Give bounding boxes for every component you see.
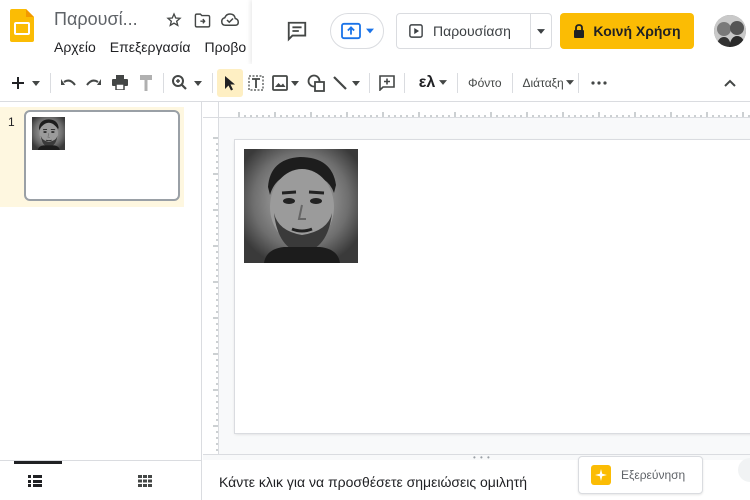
toolbar-divider bbox=[212, 72, 213, 93]
filmstrip-slide[interactable]: 1 bbox=[0, 107, 184, 207]
share-label: Κοινή Χρήση bbox=[593, 23, 681, 39]
menu-file[interactable]: Αρχείο bbox=[54, 38, 96, 56]
background-label: Φόντο bbox=[468, 75, 502, 90]
comments-icon[interactable] bbox=[286, 20, 308, 42]
more-button[interactable] bbox=[583, 69, 615, 97]
ruler-corner bbox=[203, 102, 219, 118]
layout-label: Διάταξη bbox=[522, 75, 564, 90]
toolbar-divider bbox=[511, 72, 513, 93]
filmstrip: 1 bbox=[0, 102, 202, 460]
toolbar-divider bbox=[163, 72, 164, 93]
zoom-button[interactable] bbox=[168, 69, 208, 97]
new-slide-button[interactable] bbox=[8, 69, 46, 97]
filmstrip-view-icon[interactable] bbox=[28, 475, 42, 487]
present-dropdown[interactable] bbox=[531, 14, 551, 48]
shape-button[interactable] bbox=[303, 69, 329, 97]
vertical-ruler[interactable] bbox=[203, 118, 219, 454]
star-icon[interactable] bbox=[164, 10, 184, 30]
avatar[interactable] bbox=[714, 15, 746, 47]
print-icon bbox=[112, 75, 128, 90]
toolbar-divider bbox=[457, 72, 458, 93]
select-icon bbox=[225, 75, 235, 90]
present-button[interactable]: Παρουσίαση bbox=[396, 13, 552, 49]
explore-label: Εξερεύνηση bbox=[621, 468, 686, 482]
cloud-status-icon[interactable] bbox=[220, 10, 240, 30]
menu-view[interactable]: Προβο bbox=[204, 38, 246, 56]
undo-button[interactable] bbox=[55, 69, 81, 97]
collapse-icon bbox=[724, 79, 736, 87]
horizontal-ruler[interactable] bbox=[219, 102, 750, 118]
toolbar-divider bbox=[369, 72, 370, 93]
toolbar-divider bbox=[577, 72, 579, 93]
thumbnail-image bbox=[32, 117, 65, 150]
chevron-down-icon bbox=[537, 28, 545, 34]
move-folder-icon[interactable] bbox=[192, 10, 212, 30]
title-icons bbox=[164, 10, 240, 30]
slide-thumbnail[interactable] bbox=[24, 110, 180, 201]
collapse-toolbar-button[interactable] bbox=[710, 69, 750, 97]
undo-icon bbox=[61, 78, 76, 86]
more-icon bbox=[591, 80, 607, 85]
present-label: Παρουσίαση bbox=[433, 23, 511, 39]
explore-icon bbox=[591, 465, 611, 485]
shape-icon bbox=[307, 74, 325, 92]
chevron-down-icon bbox=[565, 80, 574, 85]
present-mode-button[interactable] bbox=[330, 13, 384, 49]
slide-editor bbox=[203, 102, 750, 454]
input-tools-button[interactable]: ελ bbox=[409, 69, 453, 97]
menu-edit[interactable]: Επεξεργασία bbox=[110, 38, 191, 56]
slides-logo-icon[interactable] bbox=[10, 9, 34, 42]
app-header: Παρουσί... Αρχείο Επεξεργασία Προβο Παρο… bbox=[0, 0, 750, 64]
toolbar-divider bbox=[50, 72, 51, 93]
image-icon bbox=[272, 74, 299, 91]
explore-button[interactable]: Εξερεύνηση bbox=[578, 456, 703, 494]
header-actions: Παρουσίαση Κοινή Χρήση bbox=[252, 0, 750, 64]
speaker-notes-placeholder: Κάντε κλικ για να προσθέσετε σημειώσεις … bbox=[219, 474, 528, 490]
paint-format-icon bbox=[140, 74, 152, 91]
view-toggle bbox=[0, 460, 202, 500]
select-button[interactable] bbox=[217, 68, 243, 97]
comment-add-button[interactable] bbox=[374, 69, 400, 97]
toolbar: ελ Φόντο Διάταξη bbox=[0, 64, 750, 102]
comment-add-icon bbox=[379, 74, 395, 91]
print-button[interactable] bbox=[107, 69, 133, 97]
text-box-icon bbox=[248, 74, 264, 91]
present-main[interactable]: Παρουσίαση bbox=[397, 14, 531, 48]
present-mode-icon bbox=[341, 22, 361, 40]
grid-view-icon[interactable] bbox=[138, 475, 152, 487]
play-icon bbox=[409, 24, 423, 38]
lock-icon bbox=[574, 24, 585, 38]
chevron-down-icon bbox=[366, 28, 374, 34]
slide-canvas[interactable] bbox=[235, 140, 750, 433]
line-icon bbox=[333, 75, 360, 90]
document-title[interactable]: Παρουσί... bbox=[54, 9, 138, 30]
paint-format-button[interactable] bbox=[133, 69, 159, 97]
input-language-label: ελ bbox=[418, 73, 436, 91]
active-view-indicator bbox=[14, 461, 62, 464]
slide-number: 1 bbox=[8, 115, 15, 129]
text-box-button[interactable] bbox=[243, 69, 269, 97]
toolbar-divider bbox=[404, 72, 405, 93]
redo-button[interactable] bbox=[81, 69, 107, 97]
new-slide-icon bbox=[12, 76, 40, 89]
chevron-down-icon bbox=[439, 80, 448, 85]
redo-icon bbox=[86, 78, 101, 86]
slide-image[interactable] bbox=[244, 149, 358, 263]
background-button[interactable]: Φόντο bbox=[462, 69, 508, 97]
menu-bar: Αρχείο Επεξεργασία Προβο bbox=[54, 38, 246, 56]
image-button[interactable] bbox=[269, 69, 303, 97]
line-button[interactable] bbox=[329, 69, 365, 97]
layout-button[interactable]: Διάταξη bbox=[517, 69, 574, 97]
zoom-icon bbox=[172, 74, 202, 90]
share-button[interactable]: Κοινή Χρήση bbox=[560, 13, 694, 49]
